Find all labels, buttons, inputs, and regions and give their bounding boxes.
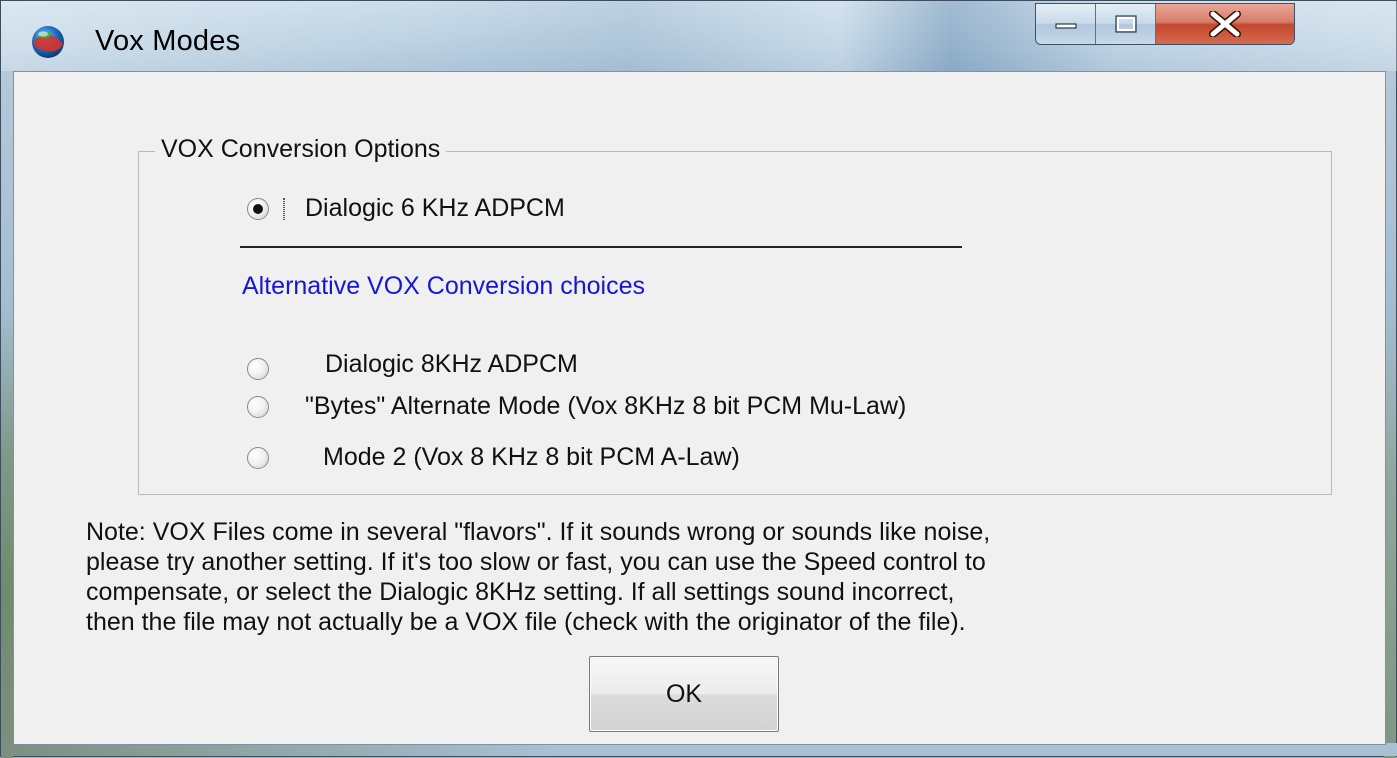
caption-buttons: [1035, 3, 1295, 45]
ok-button-label: OK: [665, 679, 703, 708]
ok-button[interactable]: OK: [589, 656, 779, 732]
vox-modes-window: Vox Modes VOX Conversion Options Dialogi…: [0, 0, 1397, 758]
radio-button[interactable]: [247, 446, 269, 469]
radio-button[interactable]: [247, 358, 269, 380]
radio-option-dialogic-8khz[interactable]: Dialogic 8KHz ADPCM: [247, 348, 578, 380]
window-frame-left: [1, 71, 13, 758]
radio-option-dialogic-6khz[interactable]: Dialogic 6 KHz ADPCM: [247, 194, 565, 223]
radio-option-bytes-mu-law[interactable]: "Bytes" Alternate Mode (Vox 8KHz 8 bit P…: [247, 392, 906, 421]
note-line: then the file may not actually be a VOX …: [86, 608, 966, 636]
close-icon: [1209, 11, 1241, 37]
radio-option-mode2-a-law[interactable]: Mode 2 (Vox 8 KHz 8 bit PCM A-Law): [247, 443, 740, 472]
window-title: Vox Modes: [95, 25, 241, 57]
radio-label-dialogic-8khz: Dialogic 8KHz ADPCM: [325, 349, 578, 378]
note-line: please try another setting. If it's too …: [86, 548, 986, 576]
app-globe-icon[interactable]: [29, 23, 67, 61]
radio-label-mode2-a-law: Mode 2 (Vox 8 KHz 8 bit PCM A-Law): [323, 443, 740, 471]
minimize-button[interactable]: [1036, 4, 1096, 44]
maximize-icon: [1114, 15, 1137, 33]
dialog-client-area: VOX Conversion Options Dialogic 6 KHz AD…: [13, 71, 1386, 745]
close-button[interactable]: [1156, 4, 1294, 44]
radio-dot: [253, 203, 263, 214]
radio-button[interactable]: [247, 395, 269, 418]
radio-label-dialogic-6khz: Dialogic 6 KHz ADPCM: [305, 194, 565, 222]
groupbox-legend: VOX Conversion Options: [155, 135, 447, 164]
focus-indicator: [283, 197, 285, 220]
separator-line: [240, 246, 962, 248]
alternative-choices-label: Alternative VOX Conversion choices: [242, 272, 645, 300]
note-line: compensate, or select the Dialogic 8KHz …: [86, 578, 955, 606]
note-line: Note: VOX Files come in several "flavors…: [86, 518, 991, 546]
note-text: Note: VOX Files come in several "flavors…: [86, 517, 1366, 637]
maximize-button[interactable]: [1096, 4, 1156, 44]
radio-button-selected[interactable]: [247, 197, 269, 220]
minimize-icon: [1054, 23, 1077, 29]
radio-label-bytes-mu-law: "Bytes" Alternate Mode (Vox 8KHz 8 bit P…: [305, 392, 907, 420]
